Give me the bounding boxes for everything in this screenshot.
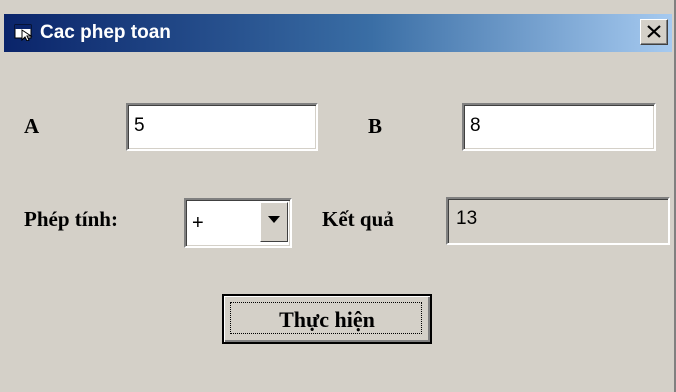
result-field: 13 [446, 197, 670, 245]
window-title: Cac phep toan [40, 22, 171, 43]
close-icon [647, 25, 661, 38]
operation-dropdown-button[interactable] [260, 202, 288, 242]
app-window-icon [14, 23, 34, 42]
execute-button[interactable]: Thực hiện [222, 294, 432, 344]
title-bar[interactable]: Cac phep toan [4, 14, 672, 52]
close-button[interactable] [640, 19, 668, 45]
calculator-window: Cac phep toan A B Phép tính: + Kết quả 1… [0, 0, 676, 392]
result-value: 13 [456, 208, 478, 229]
execute-button-label: Thực hiện [279, 307, 375, 332]
input-a[interactable] [132, 109, 314, 143]
input-a-field[interactable] [126, 103, 318, 151]
chevron-down-icon [268, 216, 280, 223]
input-b-field[interactable] [462, 103, 656, 151]
operation-select[interactable]: + [184, 198, 292, 248]
input-b[interactable] [468, 109, 652, 143]
label-a: A [24, 114, 40, 138]
label-b: B [368, 114, 383, 138]
operation-selected-value: + [192, 212, 204, 234]
label-operation: Phép tính: [24, 207, 118, 231]
label-result: Kết quả [322, 207, 394, 231]
